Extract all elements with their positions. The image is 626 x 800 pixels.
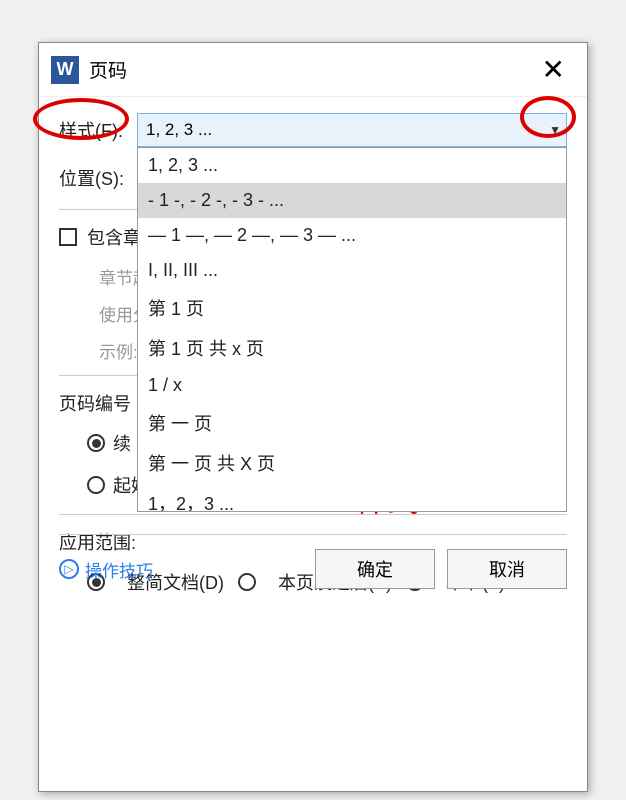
dialog-content: 样式(F): ▼ 1, 2, 3 ... - 1 -, - 2 -, - 3 -… xyxy=(39,97,587,611)
titlebar: W 页码 ✕ xyxy=(39,43,587,97)
format-row: 样式(F): ▼ 1, 2, 3 ... - 1 -, - 2 -, - 3 -… xyxy=(59,113,567,147)
format-combo[interactable]: ▼ 1, 2, 3 ... - 1 -, - 2 -, - 3 - ... — … xyxy=(137,113,567,147)
divider xyxy=(59,534,567,535)
footer: ▷ 操作技巧 确定 取消 xyxy=(59,526,567,589)
include-chapter-label: 包含章 xyxy=(87,224,141,250)
format-option[interactable]: 1, 2, 3 ... xyxy=(138,148,566,183)
divider xyxy=(59,514,567,515)
format-option[interactable]: — 1 —, — 2 —, — 3 — ... xyxy=(138,218,566,253)
tips-link[interactable]: ▷ 操作技巧 xyxy=(59,557,153,582)
format-option[interactable]: 1，2，3 ... xyxy=(138,483,566,512)
close-button[interactable]: ✕ xyxy=(532,53,575,86)
position-label: 位置(S): xyxy=(59,165,137,191)
continue-label: 续 xyxy=(113,430,131,456)
tips-label: 操作技巧 xyxy=(85,557,153,582)
page-number-dialog: W 页码 ✕ 样式(F): ▼ 1, 2, 3 ... - 1 -, - 2 -… xyxy=(38,42,588,792)
format-option[interactable]: 1 / x xyxy=(138,368,566,403)
include-chapter-checkbox[interactable] xyxy=(59,228,77,246)
play-icon: ▷ xyxy=(59,559,79,579)
format-dropdown[interactable]: 1, 2, 3 ... - 1 -, - 2 -, - 3 - ... — 1 … xyxy=(137,147,567,512)
continue-radio[interactable] xyxy=(87,434,105,452)
cancel-button[interactable]: 取消 xyxy=(447,549,567,589)
format-option[interactable]: I, II, III ... xyxy=(138,253,566,288)
app-icon: W xyxy=(51,56,79,84)
chevron-down-icon[interactable]: ▼ xyxy=(549,123,561,137)
start-at-radio[interactable] xyxy=(87,476,105,494)
format-option[interactable]: - 1 -, - 2 -, - 3 - ... xyxy=(138,183,566,218)
format-option[interactable]: 第 1 页 xyxy=(138,288,566,328)
format-option[interactable]: 第 1 页 共 x 页 xyxy=(138,328,566,368)
dialog-title: 页码 xyxy=(89,56,532,83)
format-input[interactable] xyxy=(137,113,567,147)
ok-button[interactable]: 确定 xyxy=(315,549,435,589)
format-label: 样式(F): xyxy=(59,117,137,143)
format-option[interactable]: 第 一 页 xyxy=(138,403,566,443)
format-option[interactable]: 第 一 页 共 X 页 xyxy=(138,443,566,483)
